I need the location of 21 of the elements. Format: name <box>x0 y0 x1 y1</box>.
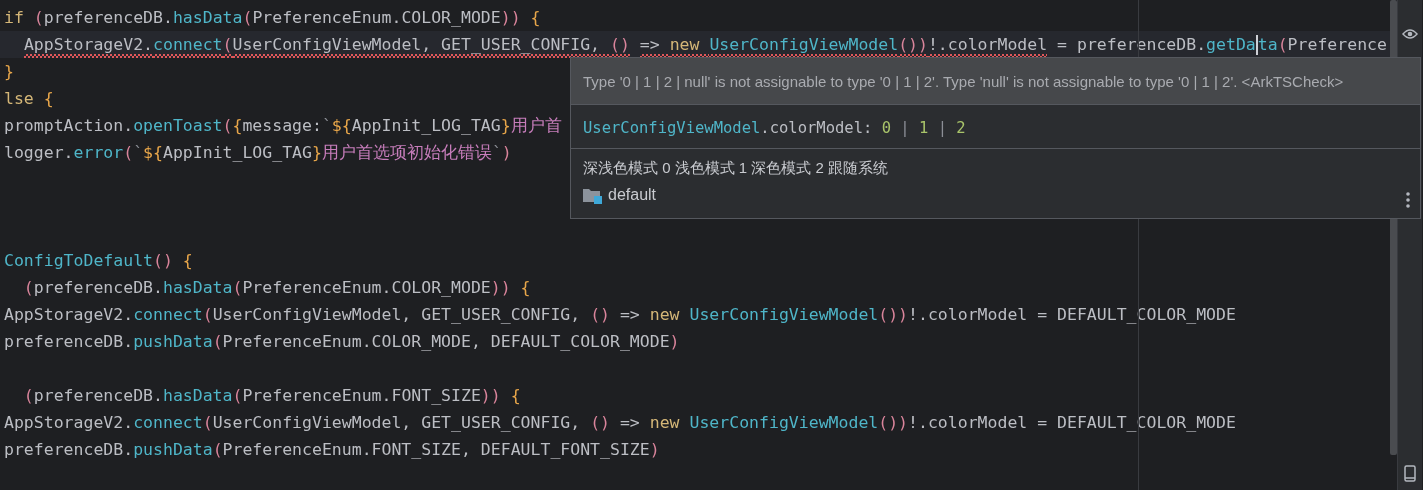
code-line: } <box>4 60 14 83</box>
code-line: logger.error(`${AppInit_LOG_TAG}用户首选项初始化错误`) <box>4 141 512 164</box>
more-options-icon[interactable] <box>1406 192 1410 208</box>
code-line: AppStorageV2.connect(UserConfigViewModel, GET_USER_CONFIG, () => new UserConfigViewModel())!.colorModel = preferenceDB.getData(Preference <box>4 33 1387 56</box>
code-line: preferenceDB.pushData(PreferenceEnum.COLOR_MODE, DEFAULT_COLOR_MODE) <box>4 330 680 353</box>
folder-icon <box>583 186 602 204</box>
code-line: (preferenceDB.hasData(PreferenceEnum.COLOR_MODE)) { <box>22 276 531 299</box>
documentation-text: 深浅色模式 0 浅色模式 1 深色模式 2 跟随系统 <box>583 159 890 178</box>
eye-icon[interactable] <box>1402 28 1418 40</box>
code-line: AppStorageV2.connect(UserConfigViewModel, GET_USER_CONFIG, () => new UserConfigViewModel())!.colorModel = DEFAULT_COLOR_MODE <box>4 303 1236 326</box>
code-line: AppStorageV2.connect(UserConfigViewModel, GET_USER_CONFIG, () => new UserConfigViewModel())!.colorModel = DEFAULT_COLOR_MODE <box>4 411 1236 434</box>
code-line: lse { <box>4 87 54 110</box>
type-signature: UserConfigViewModel.colorModel: 0 | 1 | 2 <box>571 105 1420 149</box>
error-message: Type '0 | 1 | 2 | null' is not assignable to type '0 | 1 | 2'. Type 'null' is not assignable to type '0 | 1 | 2'. <ArkTSCheck> <box>583 73 1344 90</box>
code-line: if (preferenceDB.hasData(PreferenceEnum.COLOR_MODE)) { <box>4 6 541 29</box>
module-name: default <box>608 186 657 204</box>
code-line: ConfigToDefault() { <box>4 249 193 272</box>
code-line: promptAction.openToast({message:`${AppInit_LOG_TAG}用户首 <box>4 114 562 137</box>
phone-icon[interactable] <box>1404 465 1416 482</box>
code-line: (preferenceDB.hasData(PreferenceEnum.FONT_SIZE)) { <box>22 384 521 407</box>
code-line: preferenceDB.pushData(PreferenceEnum.FONT_SIZE, DEFAULT_FONT_SIZE) <box>4 438 660 461</box>
